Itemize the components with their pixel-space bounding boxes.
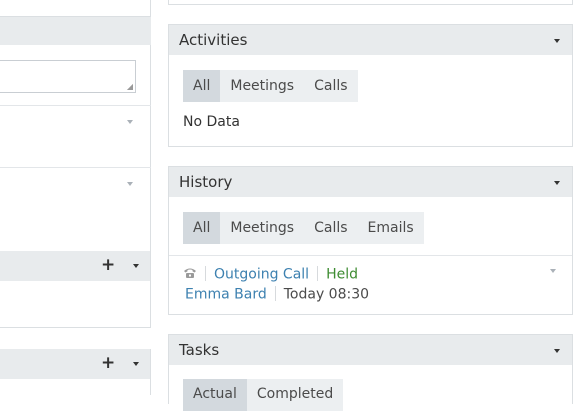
left-panel-2-header: + [0,251,151,281]
chevron-down-icon [127,120,133,124]
history-divider [169,255,572,256]
left-top-panel [0,0,151,17]
panel-title: Tasks [179,341,220,359]
left-dropdown-1[interactable] [0,106,151,167]
left-dropdown-2[interactable] [0,168,151,228]
phone-icon [183,267,197,283]
chevron-down-icon [127,182,133,186]
separator [317,266,319,281]
chevron-down-icon[interactable] [550,269,556,273]
tasks-tabs: Actual Completed [183,379,344,411]
separator [205,266,206,281]
tab-meetings[interactable]: Meetings [220,70,305,102]
plus-icon[interactable]: + [101,257,115,274]
empty-state-text: No Data [183,114,240,130]
chevron-down-icon[interactable] [133,264,139,268]
activities-panel: Activities All Meetings Calls No Data [168,24,573,147]
tasks-header: Tasks [169,335,572,365]
plus-icon[interactable]: + [101,355,115,372]
tab-all[interactable]: All [183,212,221,244]
tab-calls[interactable]: Calls [304,70,358,102]
chevron-down-icon[interactable] [133,362,139,366]
contact-link[interactable]: Emma Bard [185,287,267,303]
left-panel-2-body [0,281,151,328]
history-panel: History All Meetings Calls Emails Outgoi… [168,166,573,315]
call-name-link[interactable]: Outgoing Call [214,267,309,283]
chevron-down-icon[interactable] [554,39,560,43]
separator [274,286,276,301]
chevron-down-icon[interactable] [554,181,560,185]
status-badge: Held [326,266,358,283]
top-panel-bottom-edge [168,0,573,5]
tab-emails[interactable]: Emails [357,212,424,244]
panel-title: Activities [179,31,248,49]
list-item: Outgoing Call Held Emma Bard Today 08:30 [183,264,563,306]
panel-title: History [179,173,233,191]
timestamp: Today 08:30 [283,286,370,303]
resize-handle-icon[interactable]: ◢ [127,83,133,91]
history-item-line-1: Outgoing Call Held [183,266,358,283]
tab-actual[interactable]: Actual [183,379,247,411]
left-panel-3-header: + [0,349,151,379]
history-item-line-2: Emma Bard Today 08:30 [185,286,369,303]
activities-tabs: All Meetings Calls [183,70,358,102]
left-textarea[interactable]: ◢ [0,60,136,93]
tab-all[interactable]: All [183,70,221,102]
tasks-panel: Tasks Actual Completed [168,334,573,411]
left-panel-header [0,17,151,45]
activities-header: Activities [169,25,572,55]
tab-completed[interactable]: Completed [246,379,344,411]
history-header: History [169,167,572,197]
tab-calls[interactable]: Calls [304,212,358,244]
tab-meetings[interactable]: Meetings [220,212,305,244]
chevron-down-icon[interactable] [554,349,560,353]
history-tabs: All Meetings Calls Emails [183,212,424,244]
left-panel-3-body [0,379,151,395]
